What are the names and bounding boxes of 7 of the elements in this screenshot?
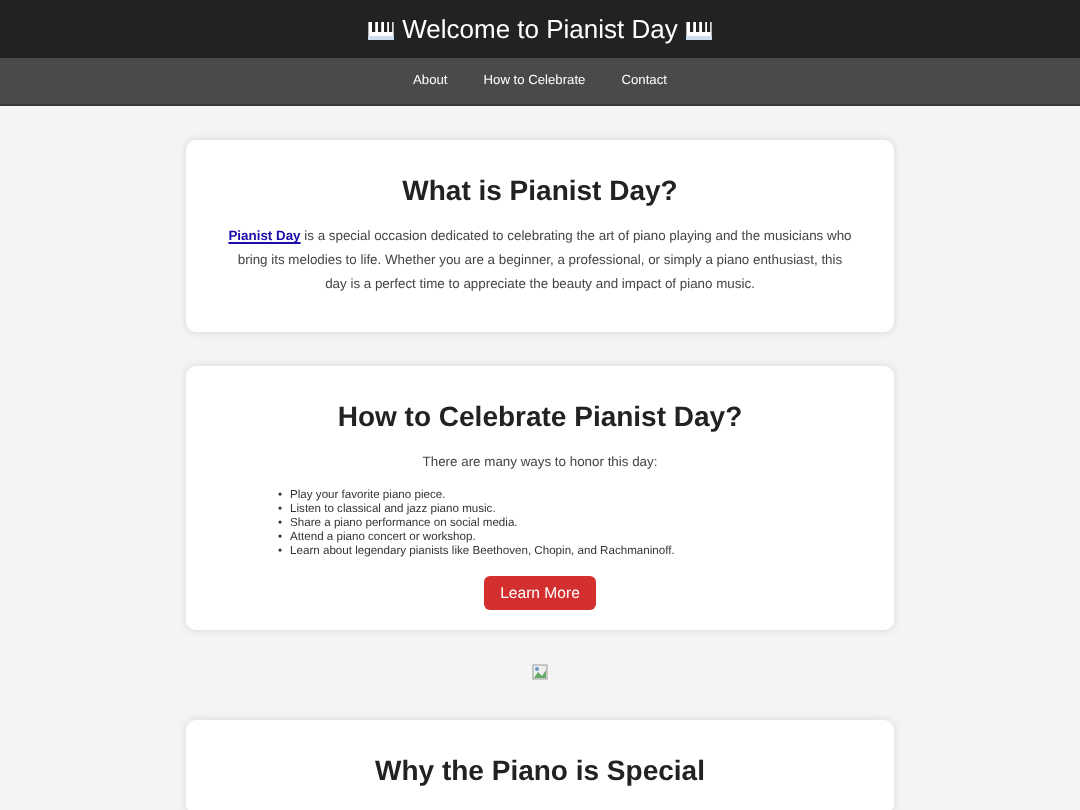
broken-image-icon — [532, 664, 548, 680]
section-heading: What is Pianist Day? — [400, 174, 680, 206]
section-heading: Why the Piano is Special — [373, 754, 707, 786]
section-heading: How to Celebrate Pianist Day? — [335, 400, 745, 432]
piano-keyboard-icon — [368, 18, 395, 40]
piano-keyboard-icon — [685, 18, 712, 40]
site-title: Welcome to Pianist Day — [402, 14, 678, 44]
